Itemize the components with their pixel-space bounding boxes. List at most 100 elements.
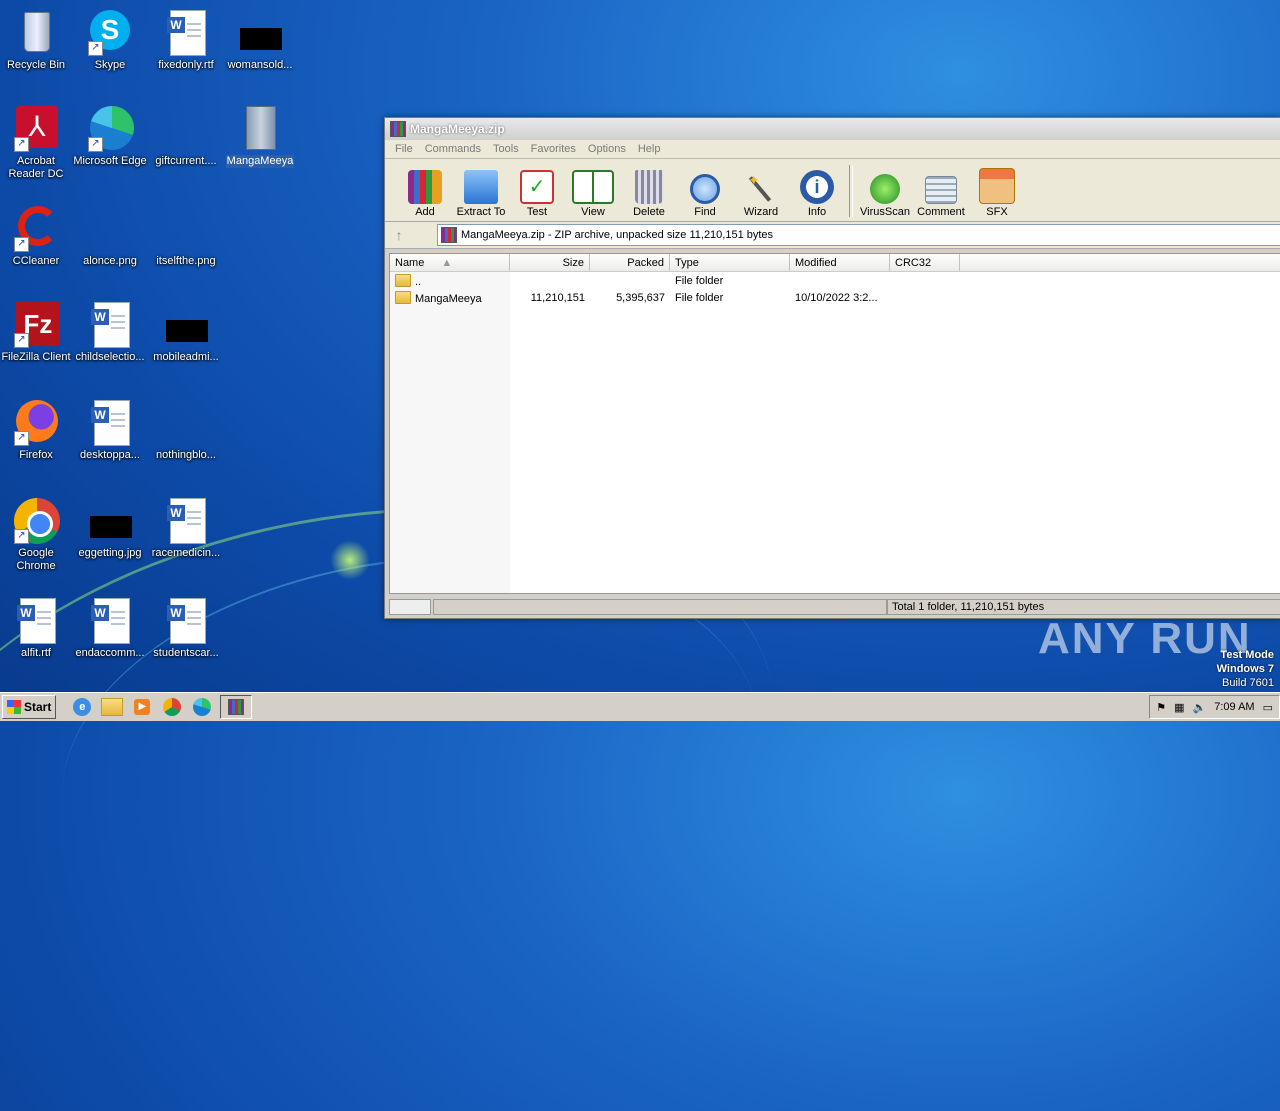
drive-icon[interactable] xyxy=(389,599,431,615)
desktop-icon-studentscar[interactable]: W studentscar... xyxy=(148,596,224,660)
col-modified[interactable]: Modified xyxy=(790,254,890,271)
winrar-taskbar-icon[interactable] xyxy=(220,695,253,719)
toolbar: Add Extract To ✓ Test View Delete Find ✦ xyxy=(385,159,1280,222)
network-icon[interactable]: ▦ xyxy=(1174,701,1184,714)
desktop-icon-filezilla[interactable]: Fz ↗ FileZilla Client xyxy=(0,300,74,364)
window-titlebar[interactable]: MangaMeeya.zip xyxy=(385,118,1280,140)
comment-icon xyxy=(925,176,957,204)
table-row[interactable]: MangaMeeya 11,210,151 5,395,637 File fol… xyxy=(390,289,1280,306)
action-center-flag-icon[interactable]: ⚑ xyxy=(1156,701,1166,714)
status-text: Total 1 folder, 11,210,151 bytes xyxy=(887,599,1280,615)
desktop-icon-chrome[interactable]: ↗ Google Chrome xyxy=(0,496,74,573)
start-button[interactable]: Start xyxy=(2,695,57,719)
folder-icon xyxy=(236,104,284,152)
image-file-icon xyxy=(162,104,210,152)
delete-button[interactable]: Delete xyxy=(621,170,677,221)
menu-help[interactable]: Help xyxy=(632,143,667,155)
winrar-window[interactable]: MangaMeeya.zip File Commands Tools Favor… xyxy=(384,117,1280,619)
menu-file[interactable]: File xyxy=(389,143,419,155)
word-document-icon: W xyxy=(86,596,134,644)
col-crc32[interactable]: CRC32 xyxy=(890,254,960,271)
desktop-icon-mobileadmi[interactable]: mobileadmi... xyxy=(148,300,224,364)
desktop-icon-firefox[interactable]: ↗ Firefox xyxy=(0,398,74,462)
image-file-icon xyxy=(86,496,134,544)
recycle-bin-icon xyxy=(12,8,60,56)
desktop-icon-childselection[interactable]: W childselectio... xyxy=(72,300,148,364)
desktop-icon-nothingblo[interactable]: nothingblo... xyxy=(148,398,224,462)
folder-icon xyxy=(464,170,498,204)
system-tray: ⚑ ▦ 🔈 7:09 AM ▭ xyxy=(1149,695,1280,719)
table-row[interactable]: .. File folder xyxy=(390,272,1280,289)
up-arrow-icon[interactable]: ↑ xyxy=(385,227,413,243)
chrome-taskbar-icon[interactable] xyxy=(160,696,184,718)
desktop-icon-ccleaner[interactable]: ↗ CCleaner xyxy=(0,204,74,268)
image-file-icon xyxy=(236,8,284,56)
taskbar: Start e ▶ ⚑ ▦ 🔈 7:09 AM ▭ xyxy=(0,692,1280,721)
desktop-icon-recycle-bin[interactable]: Recycle Bin xyxy=(0,8,74,72)
sort-up-icon: ▲ xyxy=(441,257,453,269)
sfx-button[interactable]: SFX xyxy=(969,168,1025,221)
explorer-folder-icon[interactable] xyxy=(100,696,124,718)
folder-icon xyxy=(395,290,411,304)
col-type[interactable]: Type xyxy=(670,254,790,271)
file-list[interactable]: Name ▲ Size Packed Type Modified CRC32 .… xyxy=(389,253,1280,594)
desktop-icon-womansold[interactable]: womansold... xyxy=(222,8,298,72)
desktop-icon-racemedicin[interactable]: W racemedicin... xyxy=(148,496,224,560)
trash-icon xyxy=(635,170,663,204)
desktop-icon-itselfthe-png[interactable]: itselfthe.png xyxy=(148,204,224,268)
col-name[interactable]: Name ▲ xyxy=(390,254,510,271)
magnifier-icon xyxy=(690,174,720,204)
filezilla-icon: Fz ↗ xyxy=(12,300,60,348)
virusscan-button[interactable]: VirusScan xyxy=(857,174,913,221)
word-document-icon: W xyxy=(162,496,210,544)
volume-icon[interactable]: 🔈 xyxy=(1193,701,1207,714)
column-header: Name ▲ Size Packed Type Modified CRC32 xyxy=(390,254,1280,272)
skype-icon: S ↗ xyxy=(86,8,134,56)
clipboard-check-icon: ✓ xyxy=(520,170,554,204)
col-packed[interactable]: Packed xyxy=(590,254,670,271)
test-mode-label: Test Mode Windows 7 Build 7601 xyxy=(1216,649,1274,689)
magic-wand-icon: ✦ xyxy=(744,170,778,204)
media-player-icon[interactable]: ▶ xyxy=(130,696,154,718)
wizard-button[interactable]: ✦ Wizard xyxy=(733,170,789,221)
view-button[interactable]: View xyxy=(565,170,621,221)
address-field[interactable]: MangaMeeya.zip - ZIP archive, unpacked s… xyxy=(437,224,1280,246)
info-icon: i xyxy=(800,170,834,204)
desktop-icon-acrobat[interactable]: ⅄ ↗ Acrobat Reader DC xyxy=(0,104,74,181)
acrobat-icon: ⅄ ↗ xyxy=(12,104,60,152)
comment-button[interactable]: Comment xyxy=(913,176,969,221)
image-file-icon xyxy=(162,204,210,252)
menu-bar: File Commands Tools Favorites Options He… xyxy=(385,140,1280,159)
menu-options[interactable]: Options xyxy=(582,143,632,155)
col-size[interactable]: Size xyxy=(510,254,590,271)
menu-favorites[interactable]: Favorites xyxy=(525,143,582,155)
desktop-icon-endaccomm[interactable]: W endaccomm... xyxy=(72,596,148,660)
firefox-icon: ↗ xyxy=(12,398,60,446)
desktop-icon-edge[interactable]: ↗ Microsoft Edge xyxy=(72,104,148,168)
add-button[interactable]: Add xyxy=(397,170,453,221)
desktop-icon-alfit-rtf[interactable]: W alfit.rtf xyxy=(0,596,74,660)
clock[interactable]: 7:09 AM xyxy=(1214,701,1254,713)
menu-tools[interactable]: Tools xyxy=(487,143,525,155)
desktop-icon-desktoppa[interactable]: W desktoppa... xyxy=(72,398,148,462)
word-document-icon: W xyxy=(162,596,210,644)
extract-to-button[interactable]: Extract To xyxy=(453,170,509,221)
menu-commands[interactable]: Commands xyxy=(419,143,487,155)
desktop-icon-fixedonly-rtf[interactable]: W fixedonly.rtf xyxy=(148,8,224,72)
winrar-icon xyxy=(390,121,406,137)
box-icon xyxy=(979,168,1015,204)
image-file-icon xyxy=(162,300,210,348)
desktop-icon-giftcurrent[interactable]: giftcurrent.... xyxy=(148,104,224,168)
desktop-icon-eggetting-jpg[interactable]: eggetting.jpg xyxy=(72,496,148,560)
find-button[interactable]: Find xyxy=(677,174,733,221)
test-button[interactable]: ✓ Test xyxy=(509,170,565,221)
internet-explorer-icon[interactable]: e xyxy=(70,696,94,718)
desktop-icon-alonce-png[interactable]: alonce.png xyxy=(72,204,148,268)
edge-taskbar-icon[interactable] xyxy=(190,696,214,718)
show-desktop-icon[interactable]: ▭ xyxy=(1263,701,1273,714)
desktop-icon-mangameeya-folder[interactable]: MangaMeeya xyxy=(222,104,298,168)
archive-icon xyxy=(441,227,457,243)
address-text: MangaMeeya.zip - ZIP archive, unpacked s… xyxy=(461,229,774,241)
desktop-icon-skype[interactable]: S ↗ Skype xyxy=(72,8,148,72)
info-button[interactable]: i Info xyxy=(789,170,845,221)
